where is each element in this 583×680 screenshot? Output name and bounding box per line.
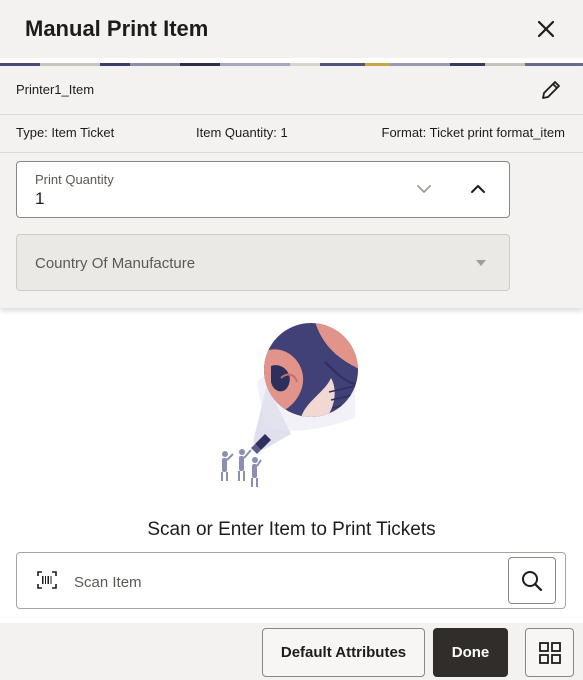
default-attributes-button[interactable]: Default Attributes [262,628,425,677]
decrement-button[interactable] [413,178,435,200]
print-quantity-value[interactable]: 1 [35,189,44,209]
edit-button[interactable] [537,76,565,104]
item-format: Format: Ticket print format_item [381,125,566,140]
increment-button[interactable] [467,178,489,200]
people-figures [221,449,262,487]
barcode-icon [37,571,57,589]
print-quantity-label: Print Quantity [35,172,114,187]
grid-icon [538,641,561,664]
print-quantity-stepper[interactable]: Print Quantity 1 [16,161,510,218]
divider [0,114,583,115]
empty-state-illustration [221,323,358,487]
item-details-panel: Printer1_Item Type: Item Ticket Item Qua… [0,66,583,308]
close-icon [537,20,555,38]
dialog-header: Manual Print Item [0,0,583,58]
empty-state-prompt: Scan or Enter Item to Print Tickets [147,519,436,540]
dialog-title: Manual Print Item [25,16,209,41]
pencil-icon [542,81,560,99]
scan-item-field[interactable] [16,552,566,609]
country-of-manufacture-label: Country Of Manufacture [35,255,196,272]
close-button[interactable] [531,14,561,44]
search-button[interactable] [508,557,556,604]
dialog-footer: Default Attributes Done [0,623,583,680]
item-type: Type: Item Ticket [16,125,115,140]
chevron-up-icon [471,185,485,193]
scan-item-input[interactable] [74,570,494,594]
chevron-down-icon [417,185,431,193]
country-of-manufacture-select[interactable]: Country Of Manufacture [16,234,510,291]
item-name: Printer1_Item [16,82,95,97]
decorative-banner [0,58,583,66]
item-quantity: Item Quantity: 1 [196,125,288,140]
grid-view-button[interactable] [525,628,574,677]
caret-down-icon [476,260,486,266]
divider [0,152,583,153]
done-button[interactable]: Done [433,628,508,677]
search-icon [522,570,543,591]
